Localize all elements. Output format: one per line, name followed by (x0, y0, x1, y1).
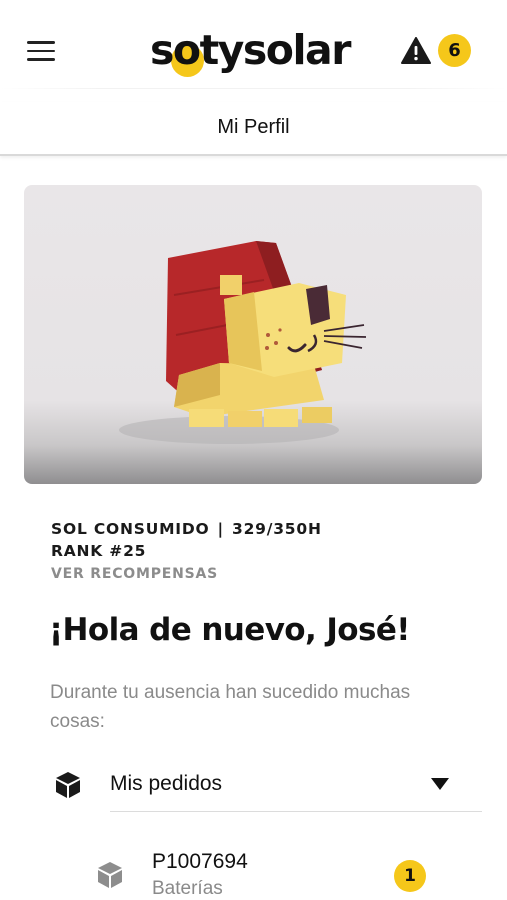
page-title: Mi Perfil (217, 116, 290, 138)
sun-consumed-label: SOL CONSUMIDO (51, 520, 210, 538)
order-category: Baterías (152, 878, 223, 899)
order-count-badge: 1 (394, 860, 426, 892)
view-rewards-link[interactable]: VER RECOMPENSAS (51, 566, 218, 582)
package-cube-icon (98, 862, 122, 888)
stats-separator: | (217, 520, 224, 538)
lion-avatar-illustration (119, 241, 367, 444)
page-title-bar: Mi Perfil (0, 102, 507, 156)
my-orders-dropdown[interactable]: Mis pedidos (50, 766, 484, 806)
package-cube-icon (56, 772, 80, 798)
sun-consumed-line: SOL CONSUMIDO | 329/350H (51, 518, 471, 540)
rank-label: RANK #25 (51, 542, 147, 560)
avatar-card (24, 185, 482, 484)
top-header: sotysolar 6 (0, 0, 507, 102)
sun-consumed-value: 329/350H (232, 520, 322, 538)
greeting-title: ¡Hola de nuevo, José! (49, 612, 410, 648)
notifications-button[interactable]: 6 (401, 34, 473, 68)
brand-name: sotysolar (150, 26, 351, 74)
order-id: P1007694 (152, 850, 248, 873)
app-root: sotysolar 6 Mi Perfil SOL CONSUMIDO | 32… (0, 0, 507, 900)
hamburger-menu-icon[interactable] (27, 41, 55, 61)
greeting-subtitle: Durante tu ausencia han sucedido muchas … (50, 682, 411, 732)
orders-divider (110, 811, 482, 812)
header-divider (0, 88, 507, 89)
notifications-count-badge: 6 (438, 34, 471, 67)
brand-logo[interactable]: sotysolar (150, 22, 351, 78)
warning-triangle-icon (401, 37, 431, 64)
caret-down-icon (431, 778, 449, 790)
sun-stats: SOL CONSUMIDO | 329/350H RANK #25 (51, 518, 471, 562)
order-list-item[interactable]: P1007694 Baterías 1 (90, 846, 440, 900)
my-orders-label: Mis pedidos (110, 772, 223, 795)
